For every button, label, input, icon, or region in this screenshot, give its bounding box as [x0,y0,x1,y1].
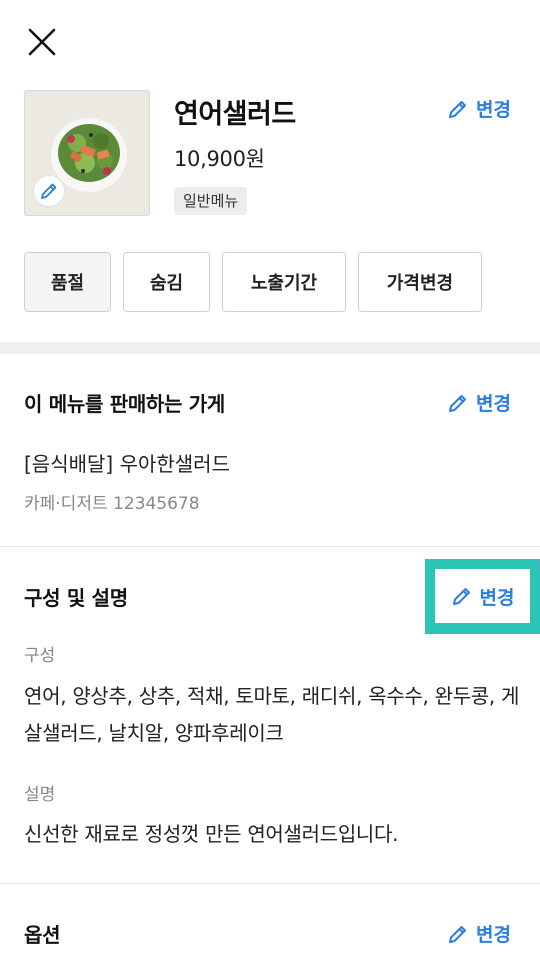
store-edit-link[interactable]: 변경 [447,389,511,416]
pencil-icon [449,100,466,118]
edit-label: 변경 [476,393,511,415]
divider [0,546,540,547]
composition-edit-link[interactable]: 변경 [435,569,530,623]
menu-type-badge: 일반메뉴 [174,187,248,215]
section-separator [0,342,540,354]
menu-detail-screen: 연어샐러드 10,900원 일반메뉴 변경 품절 숨김 노출기간 가격변경 이 … [0,0,540,960]
composition-text: 연어, 양상추, 상추, 적채, 토마토, 래디쉬, 옥수수, 완두콩, 게살샐… [24,684,520,745]
close-icon [28,28,56,56]
menu-name: 연어샐러드 [174,99,296,130]
divider [0,883,540,884]
sold-out-button[interactable]: 품절 [24,252,111,312]
price-change-button[interactable]: 가격변경 [358,252,482,312]
menu-price: 10,900원 [174,147,265,171]
pencil-icon [452,588,470,605]
edit-label: 변경 [479,586,515,609]
edit-label: 변경 [476,924,511,946]
description-text: 신선한 재료로 정성껏 만든 연어샐러드입니다. [24,822,399,846]
pencil-icon [449,925,466,943]
edit-label: 변경 [476,99,511,121]
highlighted-edit-area: 변경 [425,559,540,634]
composition-section-title: 구성 및 설명 [24,586,128,610]
description-label: 설명 [24,785,56,805]
menu-action-buttons: 품절 숨김 노출기간 가격변경 [24,252,482,312]
close-button[interactable] [22,22,62,62]
menu-image[interactable] [24,90,150,216]
options-section-title: 옵션 [24,923,61,947]
menu-edit-link[interactable]: 변경 [447,95,511,122]
display-period-button[interactable]: 노출기간 [222,252,346,312]
hide-button[interactable]: 숨김 [123,252,210,312]
options-edit-link[interactable]: 변경 [447,920,511,947]
store-category-id: 카페·디저트 12345678 [24,494,200,514]
store-name: [음식배달] 우아한샐러드 [24,452,230,476]
pencil-icon [449,394,466,412]
image-edit-button[interactable] [33,175,65,207]
store-section-title: 이 메뉴를 판매하는 가게 [24,392,225,416]
pencil-icon [41,183,57,199]
composition-label: 구성 [24,646,56,666]
